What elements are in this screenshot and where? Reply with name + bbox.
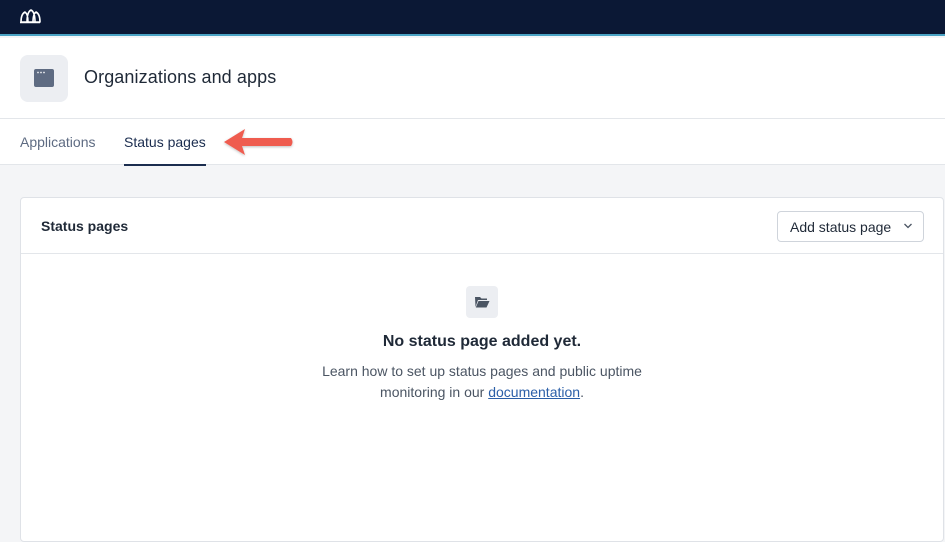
empty-state-line-2-suffix: . bbox=[580, 384, 584, 400]
app-icon-tile bbox=[20, 55, 68, 102]
empty-state-icon-tile bbox=[466, 286, 498, 318]
empty-state-line-2: monitoring in our documentation. bbox=[21, 382, 943, 403]
documentation-link[interactable]: documentation bbox=[488, 384, 580, 400]
tab-applications[interactable]: Applications bbox=[20, 119, 96, 165]
card-header: Status pages Add status page bbox=[21, 198, 943, 254]
tab-bar: Applications Status pages bbox=[0, 119, 945, 166]
top-navbar bbox=[0, 0, 945, 36]
page-title: Organizations and apps bbox=[84, 67, 277, 87]
folder-open-icon bbox=[475, 297, 490, 308]
card-title: Status pages bbox=[41, 218, 129, 234]
arrow-annotation bbox=[224, 129, 293, 155]
add-status-page-button[interactable]: Add status page bbox=[777, 211, 924, 242]
tab-status-pages[interactable]: Status pages bbox=[124, 119, 206, 166]
logo-icon[interactable] bbox=[19, 8, 41, 24]
empty-state-line-2-prefix: monitoring in our bbox=[380, 384, 489, 400]
empty-state-line-1: Learn how to set up status pages and pub… bbox=[322, 363, 642, 379]
chevron-down-icon bbox=[904, 223, 912, 229]
empty-state-title: No status page added yet. bbox=[382, 333, 582, 350]
page-header: Organizations and apps bbox=[0, 38, 945, 119]
add-status-page-label: Add status page bbox=[790, 219, 892, 235]
app-window-icon bbox=[34, 69, 54, 87]
empty-state-description: Learn how to set up status pages and pub… bbox=[21, 361, 943, 403]
status-pages-card: Status pages Add status page No status p… bbox=[20, 197, 944, 542]
